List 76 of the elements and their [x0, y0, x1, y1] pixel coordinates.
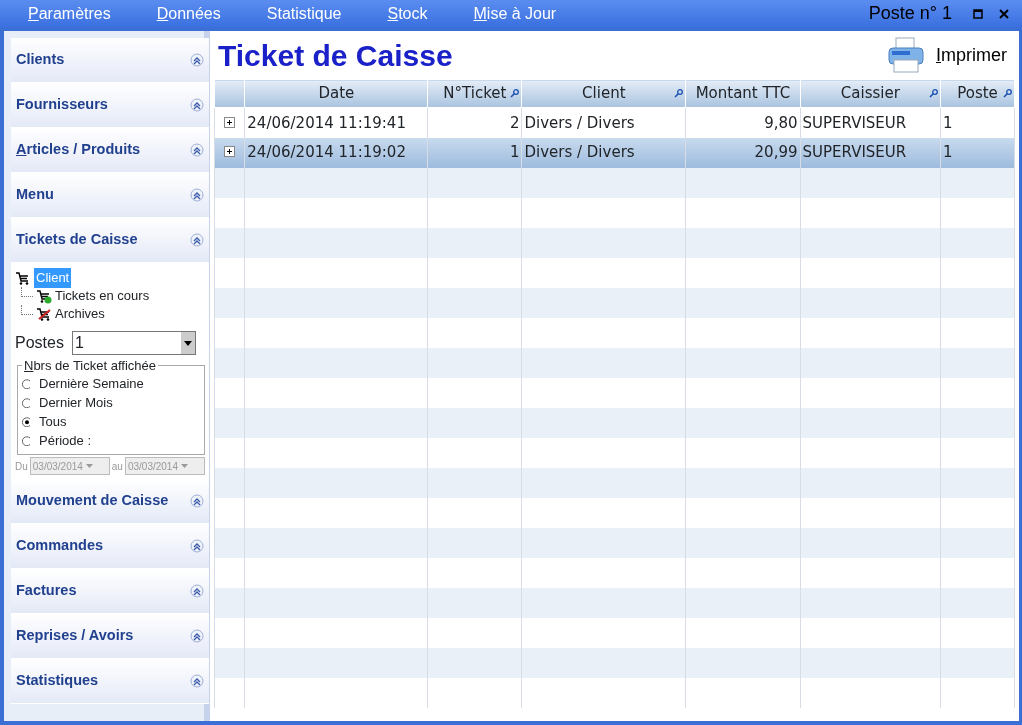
menu-item[interactable]: Stock [387, 1, 428, 26]
table-cell: Divers / Divers [521, 107, 686, 138]
column-header[interactable]: Poste [940, 79, 1015, 108]
chevron-icon[interactable] [190, 494, 204, 508]
section-header[interactable]: Statistiques [11, 659, 209, 704]
column-header[interactable]: Client [521, 79, 686, 108]
section-header[interactable]: Factures [11, 569, 209, 614]
search-icon[interactable] [1003, 89, 1012, 98]
tree-connector [21, 305, 33, 315]
group-label: Nbrs de Ticket affichée [23, 359, 157, 372]
date-field: 03/03/2014 [124, 457, 205, 475]
table-cell: 1 [940, 107, 1015, 138]
date-field: 03/03/2014 [29, 457, 110, 475]
date-label: Du [15, 459, 28, 474]
chevron-icon[interactable] [190, 584, 204, 598]
table-cell: Divers / Divers [521, 137, 686, 168]
table-cell: 9,80 [685, 107, 801, 138]
radio-option[interactable]: Période : [22, 431, 200, 450]
chevron-icon[interactable] [190, 53, 204, 67]
table-cell: 24/06/2014 11:19:41 [244, 107, 428, 138]
section-header[interactable]: Articles / Produits [11, 128, 209, 173]
chevron-icon[interactable] [190, 143, 204, 157]
tree-connector [21, 287, 33, 297]
chevron-icon[interactable] [190, 674, 204, 688]
table-cell: 2 [427, 107, 522, 138]
column-header[interactable]: N°Ticket [427, 79, 522, 108]
column-header[interactable]: Date [244, 79, 428, 108]
date-label: au [111, 459, 123, 474]
table-cell: SUPERVISEUR [800, 137, 941, 168]
expand-icon[interactable] [224, 146, 236, 158]
column-header[interactable]: Caissier [800, 79, 941, 108]
section-header[interactable]: Clients [11, 38, 209, 83]
table-cell: 24/06/2014 11:19:02 [244, 137, 428, 168]
printer-icon [886, 36, 926, 74]
tree-item[interactable]: Tickets en cours [55, 286, 150, 306]
section-header[interactable]: Commandes [11, 524, 209, 569]
section-header[interactable]: Tickets de Caisse [11, 218, 209, 263]
postes-dropdown[interactable]: 1 [71, 331, 196, 355]
column-header [214, 79, 245, 108]
expand-icon[interactable] [224, 116, 236, 128]
chevron-icon[interactable] [190, 233, 204, 247]
menu-item[interactable]: Statistique [266, 1, 342, 26]
dropdown-arrow-icon [85, 464, 93, 468]
section-header[interactable]: Fournisseurs [11, 83, 209, 128]
table-row[interactable]: 24/06/2014 11:19:41 2 Divers / Divers 9,80 SUPERVISEUR 1 [214, 107, 1015, 138]
cart-icon [36, 306, 52, 322]
menu-item[interactable]: Paramètres [28, 1, 111, 26]
table-cell: 20,99 [685, 137, 801, 168]
chevron-icon[interactable] [190, 629, 204, 643]
radio-option[interactable]: Dernière Semaine [22, 374, 200, 393]
search-icon[interactable] [929, 89, 939, 98]
window-title: Poste n° 1 [868, 2, 952, 25]
section-header[interactable]: Mouvement de Caisse [11, 479, 209, 524]
menu-item[interactable]: Mise à Jour [473, 1, 557, 26]
cart-icon [15, 270, 31, 286]
cart-icon [36, 288, 52, 304]
section-header[interactable]: Reprises / Avoirs [11, 614, 209, 659]
field-label: Postes [15, 333, 64, 353]
dropdown-arrow-icon [181, 464, 188, 468]
radio-option[interactable]: Tous [22, 412, 200, 431]
chevron-icon[interactable] [190, 539, 204, 553]
search-icon[interactable] [510, 89, 520, 98]
page-title: Ticket de Caisse [218, 37, 453, 74]
tree-item[interactable]: Archives [55, 304, 105, 324]
column-header[interactable]: Montant TTC [685, 79, 801, 108]
radio-option[interactable]: Dernier Mois [22, 393, 200, 412]
table-cell: 1 [427, 137, 522, 168]
print-button[interactable]: Imprimer [886, 36, 1015, 74]
table-row[interactable]: 24/06/2014 11:19:02 1 Divers / Divers 20,99 SUPERVISEUR 1 [214, 137, 1015, 168]
section-header[interactable]: Menu [11, 173, 209, 218]
menu-item[interactable]: Données [156, 1, 221, 26]
search-icon[interactable] [674, 89, 684, 98]
chevron-icon[interactable] [190, 98, 204, 112]
table-cell: SUPERVISEUR [800, 107, 941, 138]
table-cell: 1 [940, 137, 1015, 168]
chevron-icon[interactable] [190, 188, 204, 202]
